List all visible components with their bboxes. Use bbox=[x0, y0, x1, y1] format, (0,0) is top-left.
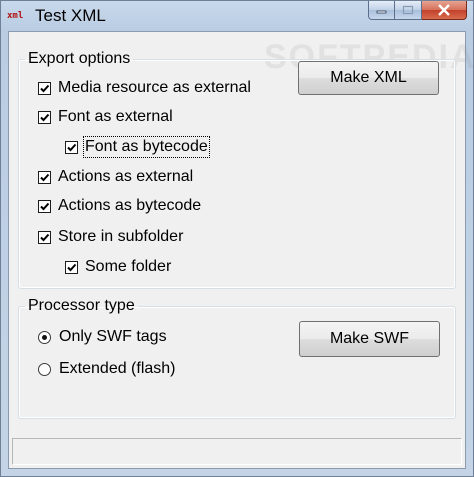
checkbox-box[interactable] bbox=[38, 110, 51, 124]
window-title: Test XML bbox=[35, 6, 106, 25]
close-icon bbox=[438, 4, 450, 16]
radio-button[interactable] bbox=[38, 362, 51, 376]
checkbox-label: Font as bytecode bbox=[83, 136, 210, 158]
checkmark-icon bbox=[40, 113, 50, 121]
checkbox-box[interactable] bbox=[38, 81, 51, 95]
caption-buttons bbox=[368, 1, 467, 20]
export-options-legend: Export options bbox=[28, 50, 131, 67]
checkbox-box[interactable] bbox=[38, 170, 51, 184]
maximize-icon bbox=[402, 5, 414, 15]
status-bar bbox=[12, 438, 462, 465]
checkbox-store-in-subfolder[interactable]: Store in subfolder bbox=[38, 225, 183, 249]
make-swf-button[interactable]: Make SWF bbox=[299, 321, 440, 357]
radio-extended-flash[interactable]: Extended (flash) bbox=[38, 357, 176, 381]
checkbox-label: Store in subfolder bbox=[58, 228, 184, 245]
checkbox-box[interactable] bbox=[38, 230, 51, 244]
radio-label: Only SWF tags bbox=[59, 328, 167, 345]
checkbox-actions-bytecode[interactable]: Actions as bytecode bbox=[38, 194, 201, 218]
checkmark-icon bbox=[40, 202, 50, 210]
checkbox-label: Actions as bytecode bbox=[58, 197, 202, 214]
maximize-button[interactable] bbox=[395, 1, 422, 20]
checkbox-actions-external[interactable]: Actions as external bbox=[38, 165, 193, 189]
checkbox-label: Actions as external bbox=[58, 168, 194, 185]
main-window: xml Test XML SOFTPEDIA Export options Me… bbox=[0, 0, 474, 477]
title-bar[interactable]: xml Test XML bbox=[1, 1, 473, 31]
checkbox-label: Font as external bbox=[58, 108, 173, 125]
minimize-icon bbox=[376, 10, 386, 14]
close-button[interactable] bbox=[422, 1, 467, 20]
checkmark-icon bbox=[40, 233, 50, 241]
client-area: SOFTPEDIA Export options Media resource … bbox=[8, 31, 474, 469]
checkbox-media-resource-external[interactable]: Media resource as external bbox=[38, 76, 251, 100]
minimize-button[interactable] bbox=[368, 1, 395, 20]
radio-button[interactable] bbox=[38, 330, 51, 344]
checkbox-label: Some folder bbox=[85, 258, 172, 275]
checkbox-box[interactable] bbox=[65, 260, 78, 274]
make-xml-button[interactable]: Make XML bbox=[298, 61, 439, 95]
radio-label: Extended (flash) bbox=[59, 360, 176, 377]
xml-app-icon: xml bbox=[7, 11, 24, 21]
radio-only-swf-tags[interactable]: Only SWF tags bbox=[38, 325, 167, 349]
checkbox-box[interactable] bbox=[65, 140, 78, 154]
checkbox-font-external[interactable]: Font as external bbox=[38, 105, 173, 129]
checkbox-label: Media resource as external bbox=[58, 79, 251, 96]
processor-type-legend: Processor type bbox=[28, 297, 135, 314]
checkbox-font-bytecode[interactable]: Font as bytecode bbox=[65, 135, 210, 159]
checkmark-icon bbox=[40, 173, 50, 181]
checkbox-box[interactable] bbox=[38, 199, 51, 213]
checkmark-icon bbox=[40, 84, 50, 92]
checkmark-icon bbox=[67, 143, 77, 151]
checkbox-some-folder[interactable]: Some folder bbox=[65, 255, 171, 279]
checkmark-icon bbox=[67, 263, 77, 271]
